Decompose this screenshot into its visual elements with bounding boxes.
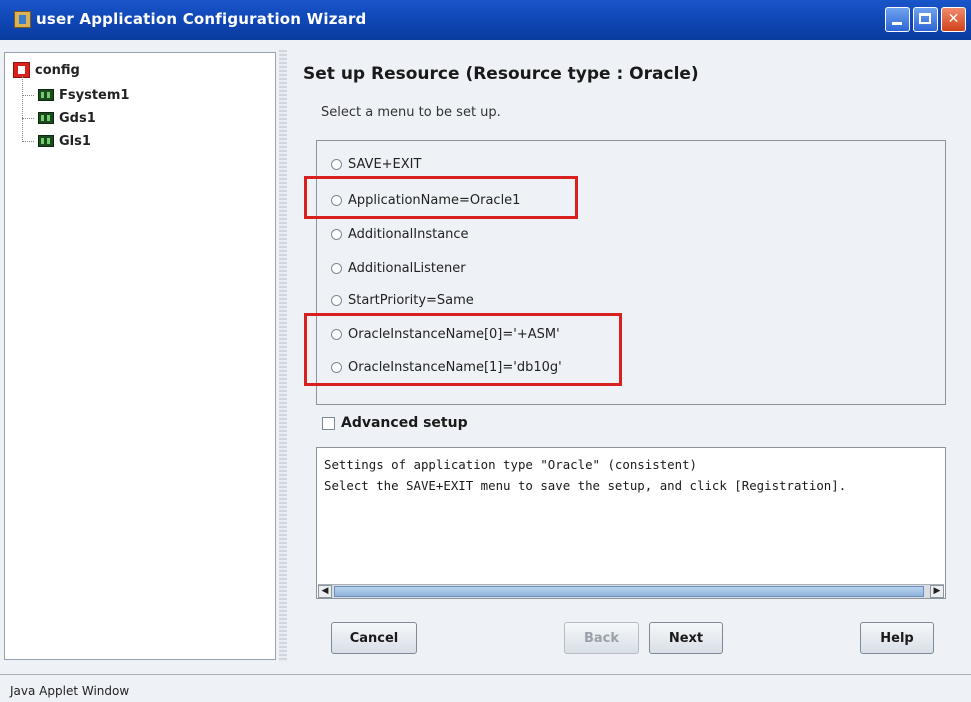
option-label: AdditionalListener	[348, 260, 466, 276]
radio-icon[interactable]	[331, 262, 342, 274]
tree-node-label: config	[35, 62, 80, 78]
maximize-icon	[919, 13, 931, 24]
tree-node-gls1[interactable]: Gls1	[38, 132, 91, 150]
radio-icon[interactable]	[331, 158, 342, 170]
advanced-setup-toggle[interactable]: Advanced setup	[322, 415, 468, 431]
radio-icon[interactable]	[331, 294, 342, 306]
wizard-window: user Application Configuration Wizard ✕ …	[0, 0, 971, 702]
title-bar[interactable]: user Application Configuration Wizard ✕	[0, 0, 971, 40]
close-button[interactable]: ✕	[941, 7, 966, 32]
tree-node-label: Gds1	[59, 110, 96, 126]
radio-icon[interactable]	[331, 228, 342, 240]
description-area[interactable]: Settings of application type "Oracle" (c…	[316, 447, 946, 599]
scroll-right-icon[interactable]: ▶	[930, 585, 944, 598]
tree-connector	[22, 95, 34, 96]
resource-icon	[38, 112, 54, 124]
menu-option-save-exit[interactable]: SAVE+EXIT	[331, 154, 421, 174]
scroll-left-icon[interactable]: ◀	[318, 585, 332, 598]
tree-connector	[22, 118, 34, 119]
cancel-button[interactable]: Cancel	[331, 622, 417, 654]
status-text: Java Applet Window	[10, 684, 130, 698]
status-bar: Java Applet Window	[0, 674, 971, 702]
description-line: Select the SAVE+EXIT menu to save the se…	[324, 478, 847, 493]
option-label: StartPriority=Same	[348, 292, 474, 308]
minimize-button[interactable]	[885, 7, 910, 32]
app-icon	[14, 11, 31, 28]
scroll-thumb[interactable]	[334, 586, 924, 597]
page-title: Set up Resource (Resource type : Oracle)	[303, 64, 699, 84]
window-title: user Application Configuration Wizard	[36, 10, 367, 28]
checkbox-icon[interactable]	[322, 416, 335, 430]
resource-icon	[38, 135, 54, 147]
help-button[interactable]: Help	[860, 622, 934, 654]
tree-connector	[22, 76, 23, 142]
highlight-box	[304, 176, 578, 219]
back-button[interactable]: Back	[564, 622, 639, 654]
highlight-box	[304, 313, 622, 386]
page-subtitle: Select a menu to be set up.	[321, 105, 501, 120]
description-line: Settings of application type "Oracle" (c…	[324, 457, 697, 472]
tree-node-gds1[interactable]: Gds1	[38, 109, 96, 127]
option-label: SAVE+EXIT	[348, 156, 422, 172]
tree-node-label: Gls1	[59, 133, 91, 149]
menu-option-additional-instance[interactable]: AdditionalInstance	[331, 224, 469, 244]
close-icon: ✕	[947, 11, 960, 27]
menu-option-start-priority[interactable]: StartPriority=Same	[331, 290, 474, 310]
tree-connector	[22, 141, 34, 142]
advanced-setup-label: Advanced setup	[341, 415, 468, 431]
maximize-button[interactable]	[913, 7, 938, 32]
resource-icon	[38, 89, 54, 101]
minimize-icon	[892, 22, 902, 25]
horizontal-scrollbar[interactable]: ◀ ▶	[318, 584, 944, 598]
tree-node-label: Fsystem1	[59, 87, 130, 103]
tree-node-config[interactable]: config	[13, 61, 80, 79]
next-button[interactable]: Next	[649, 622, 723, 654]
panel-splitter[interactable]	[279, 50, 287, 662]
tree-node-fsystem1[interactable]: Fsystem1	[38, 86, 129, 104]
option-label: AdditionalInstance	[348, 226, 469, 242]
menu-option-additional-listener[interactable]: AdditionalListener	[331, 258, 466, 278]
